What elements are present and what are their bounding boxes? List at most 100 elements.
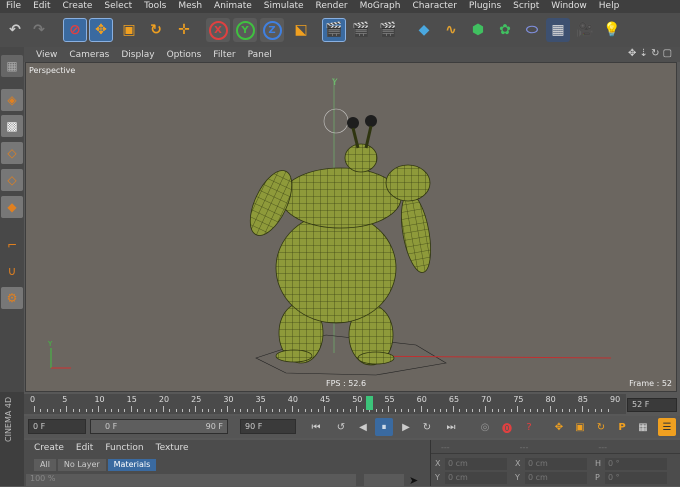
menu-character[interactable]: Character xyxy=(406,0,462,13)
key-scale-icon[interactable]: ▣ xyxy=(571,418,589,436)
go-to-start-icon[interactable]: ⏮ xyxy=(307,418,325,436)
viewport-menu-filter[interactable]: Filter xyxy=(207,50,241,60)
x-axis-button[interactable]: X xyxy=(206,18,230,42)
material-tab-materials[interactable]: Materials xyxy=(107,459,157,471)
y-axis-button[interactable]: Y xyxy=(233,18,257,42)
start-frame-field[interactable]: 0 F xyxy=(28,419,86,434)
cube-object-icon[interactable]: ◆ xyxy=(412,18,436,42)
timeline-tick xyxy=(517,406,519,412)
material-menu-texture[interactable]: Texture xyxy=(156,443,189,453)
end-frame-field[interactable]: 90 F xyxy=(240,419,296,434)
coordinate-value-field[interactable]: 0 ° xyxy=(605,458,667,470)
coordinate-system-icon[interactable]: ⬕ xyxy=(289,18,313,42)
edges-mode-icon[interactable]: ◇ xyxy=(1,169,23,191)
light-icon[interactable]: 💡 xyxy=(600,18,624,42)
subdivision-icon[interactable]: ⬢ xyxy=(466,18,490,42)
timeline-tick xyxy=(349,409,351,412)
coordinate-value-field[interactable]: 0 cm xyxy=(525,458,587,470)
menu-plugins[interactable]: Plugins xyxy=(463,0,507,13)
menu-script[interactable]: Script xyxy=(507,0,545,13)
menu-simulate[interactable]: Simulate xyxy=(258,0,310,13)
viewport-nav-icons[interactable]: ✥ ⇣ ↻ ▢ xyxy=(628,48,672,59)
material-menu-function[interactable]: Function xyxy=(105,443,143,453)
menu-create[interactable]: Create xyxy=(57,0,99,13)
camera-icon[interactable]: 🎥 xyxy=(573,18,597,42)
key-position-icon[interactable]: ✥ xyxy=(550,418,568,436)
go-to-end-icon[interactable]: ⏭ xyxy=(442,418,460,436)
key-rotation-icon[interactable]: ↻ xyxy=(592,418,610,436)
menu-mograph[interactable]: MoGraph xyxy=(354,0,407,13)
z-axis-button[interactable]: Z xyxy=(260,18,284,42)
viewport-menu-options[interactable]: Options xyxy=(161,50,208,60)
go-to-previous-key-icon[interactable]: ↺ xyxy=(332,418,350,436)
material-tab-no-layer[interactable]: No Layer xyxy=(57,459,106,471)
axis-mode-icon[interactable]: ⌐ xyxy=(1,234,23,256)
step-forward-icon[interactable]: ▶ xyxy=(397,418,415,436)
pause-button[interactable]: ⏸ xyxy=(375,418,393,436)
menu-select[interactable]: Select xyxy=(98,0,138,13)
menu-help[interactable]: Help xyxy=(593,0,626,13)
viewport-menu-panel[interactable]: Panel xyxy=(242,50,278,60)
viewport-menu-view[interactable]: View xyxy=(30,50,63,60)
menu-mesh[interactable]: Mesh xyxy=(172,0,208,13)
scheme-menu-icon[interactable]: ☰ xyxy=(658,418,676,436)
viewport-perspective[interactable]: Perspective Y Y FPS: 52.6 Frame: 52 xyxy=(25,62,677,392)
live-selection-icon[interactable]: ⊘ xyxy=(63,18,87,42)
go-to-next-key-icon[interactable]: ↻ xyxy=(418,418,436,436)
key-parameter-icon[interactable]: P xyxy=(613,418,631,436)
preview-range-slider[interactable]: 0 F 90 F xyxy=(90,419,228,434)
timeline-tick xyxy=(298,409,300,412)
model-mode-icon[interactable]: ◈ xyxy=(1,89,23,111)
coordinate-value-field[interactable]: 0 ° xyxy=(605,472,667,484)
step-back-icon[interactable]: ◀ xyxy=(354,418,372,436)
svg-text:Y: Y xyxy=(331,78,338,88)
spline-icon[interactable]: ∿ xyxy=(439,18,463,42)
keyframe-selection-icon[interactable]: ? xyxy=(520,418,538,436)
polygons-mode-icon[interactable]: ◆ xyxy=(1,196,23,218)
coordinate-value-field[interactable]: 0 cm xyxy=(445,472,507,484)
cloner-icon[interactable]: ✿ xyxy=(493,18,517,42)
make-editable-icon[interactable]: ▦ xyxy=(1,55,23,77)
key-pla-icon[interactable]: ▦ xyxy=(634,418,652,436)
record-active-objects-icon[interactable]: ◎ xyxy=(476,418,494,436)
menu-render[interactable]: Render xyxy=(310,0,354,13)
render-view-icon[interactable]: 🎬 xyxy=(322,18,346,42)
menu-file[interactable]: File xyxy=(0,0,27,13)
menu-edit[interactable]: Edit xyxy=(27,0,56,13)
material-menu-create[interactable]: Create xyxy=(34,443,64,453)
viewport-menu-cameras[interactable]: Cameras xyxy=(63,50,115,60)
menu-tools[interactable]: Tools xyxy=(138,0,172,13)
material-tab-all[interactable]: All xyxy=(34,459,56,471)
timeline-tick xyxy=(53,409,55,412)
autokeying-icon[interactable]: ⓿ xyxy=(498,418,516,436)
scale-tool-icon[interactable]: ▣ xyxy=(117,18,141,42)
render-settings-icon[interactable]: 🎬 xyxy=(376,18,400,42)
rotate-tool-icon[interactable]: ↻ xyxy=(144,18,168,42)
recent-tool-icon[interactable]: ✛ xyxy=(172,18,196,42)
undo-icon[interactable]: ↶ xyxy=(3,18,27,42)
coordinate-value-field[interactable]: 0 cm xyxy=(525,472,587,484)
snapping-icon[interactable]: ∪ xyxy=(1,260,23,282)
viewport-menu-display[interactable]: Display xyxy=(115,50,160,60)
move-tool-icon[interactable]: ✥ xyxy=(89,18,113,42)
render-picture-viewer-icon[interactable]: 🎬 xyxy=(349,18,373,42)
menu-animate[interactable]: Animate xyxy=(208,0,258,13)
character-model[interactable]: Y Y xyxy=(26,63,676,391)
material-menu-edit[interactable]: Edit xyxy=(76,443,93,453)
points-mode-icon[interactable]: ◇ xyxy=(1,142,23,164)
material-scroll-button[interactable] xyxy=(364,474,404,486)
coordinates-panel: --- --- --- X 0 cm X 0 cm H 0 ° Y 0 cm Y 0 cm P 0 ° xyxy=(430,440,680,486)
coordinate-value-field[interactable]: 0 cm xyxy=(445,458,507,470)
redo-icon[interactable]: ↷ xyxy=(27,18,51,42)
timeline-tick xyxy=(356,406,358,412)
deformer-icon[interactable]: ⬭ xyxy=(520,18,544,42)
menu-window[interactable]: Window xyxy=(545,0,593,13)
timeline-playhead[interactable] xyxy=(366,396,374,410)
floor-icon[interactable]: ▦ xyxy=(546,18,570,42)
texture-mode-icon[interactable]: ▩ xyxy=(1,115,23,137)
material-zoom-bar[interactable]: 100 % xyxy=(26,474,356,486)
workplane-icon[interactable]: ⚙ xyxy=(1,287,23,309)
timeline-ruler[interactable]: 0 5 10 15 20 25 30 35 40 45 50 55 60 65 70 75 80 85 90 xyxy=(24,394,626,414)
current-frame-field[interactable]: 52 F xyxy=(627,398,677,412)
coordinates-rows: X 0 cm X 0 cm H 0 ° Y 0 cm Y 0 cm P 0 ° xyxy=(431,458,680,486)
